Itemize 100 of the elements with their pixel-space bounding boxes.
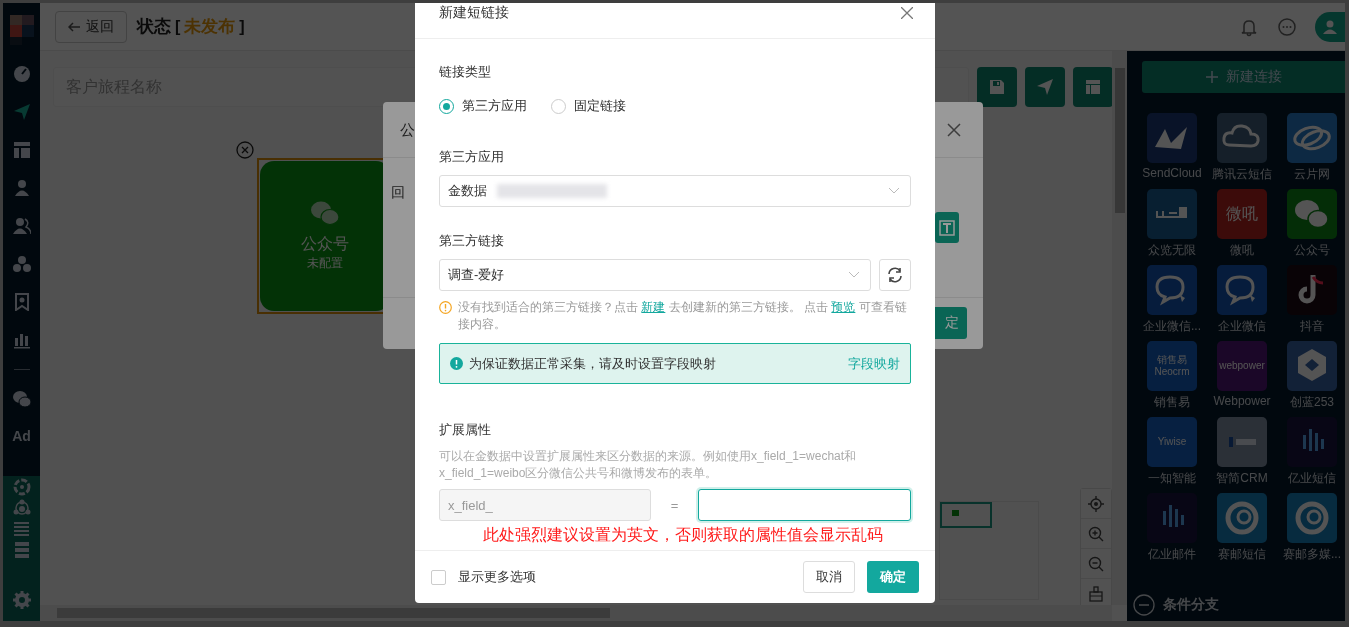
info-icon: [450, 357, 463, 370]
node-title: 公众号: [301, 234, 349, 254]
status-text: 未发布: [184, 16, 236, 38]
refresh-button[interactable]: [879, 259, 911, 291]
close-icon[interactable]: [901, 7, 913, 19]
channel-logo-icon: [1147, 493, 1197, 543]
layout-button[interactable]: [1073, 67, 1113, 107]
send-button[interactable]: [1025, 67, 1065, 107]
nav-icon[interactable]: [12, 520, 31, 538]
plus-icon: [1205, 71, 1218, 83]
channel-tile[interactable]: 云片网: [1277, 113, 1347, 183]
channel-logo-icon: [1287, 341, 1337, 391]
wechat-icon: [310, 200, 340, 226]
channel-logo-icon: [1147, 189, 1197, 239]
channel-logo-icon: [1287, 493, 1337, 543]
alert-text: 为保证数据正常采集，请及时设置字段映射: [469, 354, 716, 373]
bracket: [: [175, 17, 181, 36]
locate-button[interactable]: [1081, 489, 1111, 519]
confirm-button[interactable]: 确定: [867, 561, 919, 593]
eraser-icon: [1088, 585, 1104, 602]
link-select[interactable]: 调查-爱好: [439, 259, 871, 291]
node-status: 未配置: [307, 255, 343, 272]
channel-logo-icon: [1287, 417, 1337, 467]
hint-text: 没有找到适合的第三方链接？点击 新建 去创建新的第三方链接。 点击 预览 可查看链接内容。: [458, 299, 908, 333]
channel-logo-icon: [1147, 113, 1197, 163]
channel-logo-icon: [1217, 493, 1267, 543]
more-options-checkbox[interactable]: 显示更多选项: [431, 568, 536, 586]
channel-tile[interactable]: 亿业邮件: [1137, 493, 1207, 563]
field-label: 扩展属性: [439, 422, 492, 438]
vertical-scrollbar[interactable]: [1112, 51, 1127, 605]
preview-link[interactable]: 预览: [831, 300, 856, 314]
radio-option[interactable]: 固定链接: [551, 97, 626, 115]
close-icon[interactable]: [236, 141, 254, 159]
channel-logo-icon: [1217, 265, 1267, 315]
channel-tile[interactable]: 赛邮多媒...: [1277, 493, 1347, 563]
chevron-down-icon: [888, 187, 900, 195]
field-label: 链接类型: [439, 64, 492, 80]
nav-icon[interactable]: [12, 179, 31, 197]
refresh-icon: [887, 267, 903, 283]
minimap[interactable]: [939, 501, 1039, 600]
layout-icon: [1085, 79, 1101, 95]
create-link[interactable]: 新建: [641, 300, 666, 314]
description-text: 可以在金数据中设置扩展属性来区分数据的来源。例如使用x_field_1=wechat和x_field_1=weibo区分微信公共号和微博发布的表单。: [439, 448, 858, 482]
nav-icon[interactable]: [12, 591, 31, 609]
user-icon: [1323, 19, 1337, 34]
field-label: 第三方链接: [439, 233, 505, 249]
channel-logo-icon: [1287, 265, 1337, 315]
channel-logo-icon: 销售易 Neocrm: [1147, 341, 1197, 391]
bracket: ]: [239, 17, 245, 36]
channel-logo-icon: webpower: [1217, 341, 1267, 391]
ad-nav-item[interactable]: Ad: [12, 428, 31, 444]
nav-icon[interactable]: [12, 141, 31, 159]
nav-icon[interactable]: [12, 390, 31, 408]
channel-logo-icon: [1287, 189, 1337, 239]
nav-icon[interactable]: [12, 541, 31, 559]
cancel-button[interactable]: 取消: [803, 561, 855, 593]
avatar[interactable]: [1315, 11, 1345, 42]
save-button[interactable]: [977, 67, 1017, 107]
field-label: 第三方应用: [439, 149, 505, 165]
channel-tile[interactable]: webpower Webpower: [1207, 341, 1277, 411]
channel-logo-icon: [1217, 113, 1267, 163]
dialog-title: 公: [400, 121, 415, 140]
channel-tile[interactable]: 众览无限: [1137, 189, 1207, 259]
field-label: 回: [391, 184, 405, 202]
nav-icon[interactable]: [12, 478, 31, 496]
field-mapping-link[interactable]: 字段映射: [848, 354, 900, 373]
dialog-title: 新建短链接: [439, 4, 509, 22]
app-select[interactable]: 金数据: [439, 175, 911, 207]
zoom-out-icon: [1088, 555, 1104, 572]
app-logo-icon: [9, 15, 34, 45]
nav-icon[interactable]: [12, 255, 31, 273]
close-icon[interactable]: [947, 123, 961, 137]
nav-icon[interactable]: [12, 65, 31, 83]
section-title: 条件分支: [1163, 596, 1219, 614]
nav-icon[interactable]: [12, 331, 31, 349]
zoom-in-icon: [1088, 525, 1104, 542]
text-icon-button[interactable]: [935, 212, 959, 243]
channel-logo-icon: [1147, 265, 1197, 315]
crosshair-icon: [1088, 495, 1104, 512]
nav-icon[interactable]: [12, 293, 31, 311]
text-icon: [939, 219, 955, 236]
channel-tile[interactable]: SendCloud: [1137, 113, 1207, 183]
channel-logo-icon: Yiwise: [1147, 417, 1197, 467]
paper-plane-icon: [1036, 78, 1054, 96]
page-title: 状态: [137, 16, 171, 38]
arrow-left-icon: [68, 21, 80, 32]
key-field: x_field_: [439, 489, 651, 521]
value-field[interactable]: [698, 489, 911, 521]
nav-icon[interactable]: [12, 103, 31, 121]
radio-option[interactable]: 第三方应用: [439, 97, 527, 115]
chat-icon[interactable]: [1277, 16, 1297, 37]
horizontal-scrollbar[interactable]: [40, 605, 1112, 621]
channel-logo-icon: 微吼: [1217, 189, 1267, 239]
chevron-down-icon: [848, 271, 860, 279]
equals-sign: =: [669, 497, 680, 513]
collapse-icon[interactable]: [1133, 594, 1155, 616]
nav-icon[interactable]: [12, 499, 31, 517]
nav-icon[interactable]: [12, 217, 31, 235]
channel-logo-icon: [1217, 417, 1267, 467]
warning-icon: [439, 301, 452, 314]
